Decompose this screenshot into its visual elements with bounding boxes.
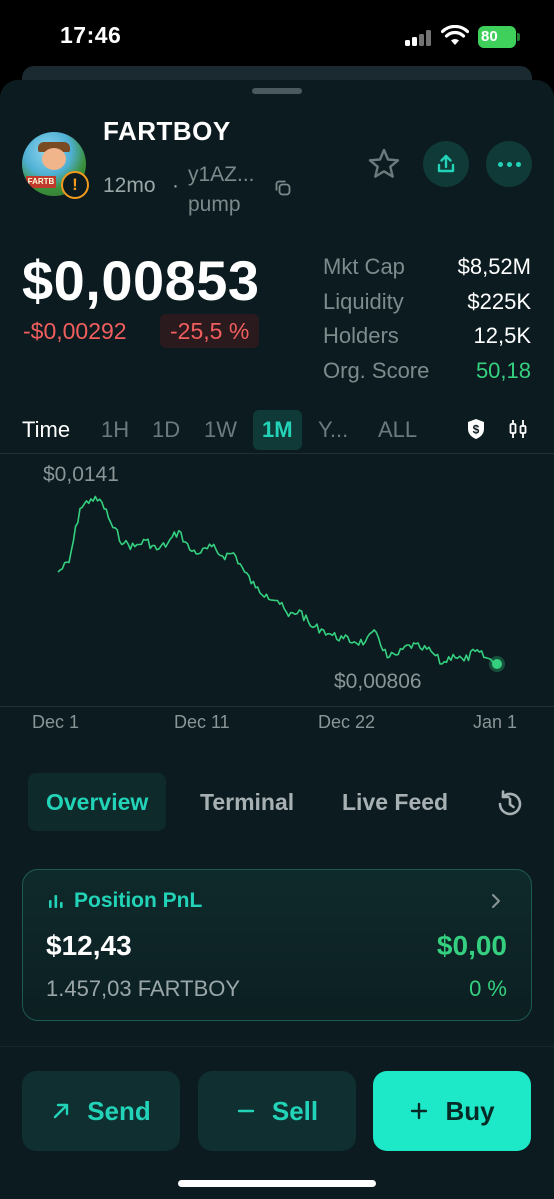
chart-bottom-divider (0, 706, 554, 707)
stat-holders: Holders 12,5K (323, 319, 531, 354)
timeframe-all[interactable]: ALL (378, 410, 417, 450)
stat-liquidity: Liquidity $225K (323, 285, 531, 320)
sell-label: Sell (271, 1095, 319, 1126)
section-tabs: Overview Terminal Live Feed (28, 773, 528, 833)
position-quantity: 1.457,03 FARTBOY (46, 976, 241, 1001)
x-axis-tick: Dec 1 (32, 712, 80, 732)
cellular-signal-icon (405, 30, 433, 46)
tab-live-feed[interactable]: Live Feed (342, 773, 448, 831)
timeframe-1h[interactable]: 1H (101, 410, 129, 450)
position-pnl-amount: $0,00 (436, 930, 507, 961)
current-price: $0,00853 (22, 249, 260, 312)
stat-label: Holders (323, 323, 399, 348)
more-options-button[interactable] (486, 141, 532, 187)
battery-indicator: 80 (478, 26, 520, 48)
stat-label: Liquidity (323, 288, 404, 314)
tab-overview[interactable]: Overview (28, 773, 167, 831)
battery-level: 80 (481, 28, 498, 45)
price-change-absolute: -$0,00292 (23, 318, 127, 344)
home-indicator (178, 1180, 376, 1187)
copy-icon[interactable] (273, 178, 293, 198)
stat-value: 50,18 (475, 357, 531, 383)
position-value: $12,43 (46, 930, 132, 961)
plus-icon (411, 1102, 428, 1120)
stat-market-cap: Mkt Cap $8,52M (323, 250, 531, 285)
token-age: 12mo (103, 174, 156, 197)
sell-button[interactable]: Sell (198, 1071, 356, 1151)
bottom-divider (0, 1046, 554, 1047)
buy-label: Buy (445, 1095, 495, 1126)
timeframe-1m[interactable]: 1M (253, 410, 302, 450)
send-button[interactable]: Send (22, 1071, 180, 1151)
token-address-text: y1AZ... (188, 163, 255, 186)
svg-text:$: $ (473, 423, 480, 437)
status-bar: 17:46 80 (0, 0, 554, 70)
token-name: FARTBOY (103, 116, 231, 146)
status-time: 17:46 (60, 22, 122, 48)
more-dots-icon (497, 161, 503, 167)
currency-toggle-icon[interactable]: $ (466, 418, 486, 440)
stat-value: $225K (467, 288, 531, 314)
chart-low-label: $0,00806 (334, 670, 422, 693)
token-address[interactable]: y1AZ... pump (188, 160, 278, 220)
stat-label: Mkt Cap (323, 254, 405, 279)
candlestick-chart-icon[interactable] (508, 418, 528, 440)
timeframe-1w[interactable]: 1W (204, 410, 237, 450)
current-price-marker (492, 659, 502, 669)
stat-organic-score: Org. Score 50,18 (323, 354, 531, 389)
arrow-up-right-icon (54, 1103, 69, 1119)
chart-high-label: $0,0141 (43, 463, 119, 486)
share-icon (437, 154, 455, 173)
separator: · (172, 174, 179, 197)
sheet-grabber[interactable] (252, 88, 302, 94)
history-icon[interactable] (494, 788, 526, 820)
share-button[interactable] (423, 141, 469, 187)
timeframe-1d[interactable]: 1D (152, 410, 180, 450)
wifi-icon (441, 25, 469, 45)
x-axis-tick: Dec 11 (174, 712, 230, 732)
price-change-percent: -25,5 % (160, 314, 260, 348)
buy-button[interactable]: Buy (373, 1071, 531, 1151)
minus-icon (237, 1109, 255, 1113)
price-line (57, 495, 498, 668)
token-stats: Mkt Cap $8,52M Liquidity $225K Holders 1… (323, 250, 531, 388)
x-axis-tick: Dec 22 (318, 712, 376, 732)
position-pnl-percent: 0 % (469, 976, 507, 1001)
favorite-star-icon[interactable] (366, 146, 402, 182)
stat-value: 12,5K (473, 323, 532, 348)
warning-icon[interactable]: ! (61, 171, 89, 199)
token-platform: pump (188, 193, 241, 216)
stat-value: $8,52M (457, 254, 531, 279)
bar-chart-icon (49, 895, 63, 908)
avatar-sign-artwork: FARTB (26, 176, 56, 188)
stat-label: Org. Score (323, 357, 430, 383)
timeframe-year[interactable]: Y... (318, 410, 348, 450)
x-axis-tick: Jan 1 (473, 712, 518, 732)
position-pnl-title: Position PnL (74, 889, 203, 912)
send-label: Send (87, 1095, 151, 1126)
chevron-right-icon[interactable] (490, 893, 502, 909)
tab-terminal[interactable]: Terminal (200, 773, 294, 831)
price-chart[interactable] (0, 454, 554, 706)
timeframe-selector: Time 1H 1D 1W 1M Y... ALL $ (22, 410, 532, 452)
timeframe-label: Time (22, 417, 71, 442)
